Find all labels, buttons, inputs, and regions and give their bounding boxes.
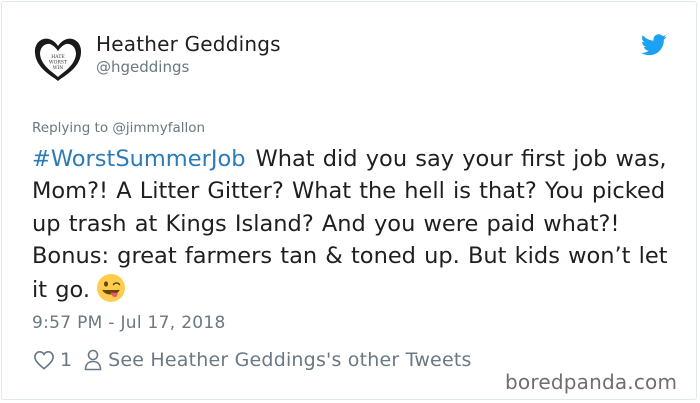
svg-text:WIN: WIN bbox=[53, 65, 64, 71]
hashtag-link[interactable]: #WorstSummerJob bbox=[32, 146, 246, 172]
author-handle[interactable]: @hgeddings bbox=[96, 58, 189, 76]
author-name[interactable]: Heather Geddings bbox=[96, 32, 281, 56]
tweet-text: #WorstSummerJob What did you say your fir… bbox=[32, 143, 672, 306]
tweet-actions: 1 See Heather Geddings's other Tweets bbox=[33, 346, 472, 374]
watermark: boredpanda.com bbox=[505, 370, 678, 394]
other-tweets-link[interactable]: See Heather Geddings's other Tweets bbox=[108, 349, 472, 371]
replying-to[interactable]: Replying to @jimmyfallon bbox=[32, 120, 205, 136]
like-count: 1 bbox=[60, 349, 73, 371]
tweet-timestamp[interactable]: 9:57 PM - Jul 17, 2018 bbox=[32, 313, 226, 333]
profile-icon[interactable] bbox=[84, 349, 102, 371]
svg-text:WORST: WORST bbox=[49, 60, 68, 66]
heart-icon[interactable] bbox=[33, 350, 55, 370]
twitter-bird-icon[interactable] bbox=[641, 34, 667, 56]
winking-face-with-tongue-icon bbox=[97, 273, 126, 302]
svg-text:HATE: HATE bbox=[51, 54, 65, 60]
author-avatar[interactable]: HATE WORST WIN bbox=[32, 33, 84, 85]
